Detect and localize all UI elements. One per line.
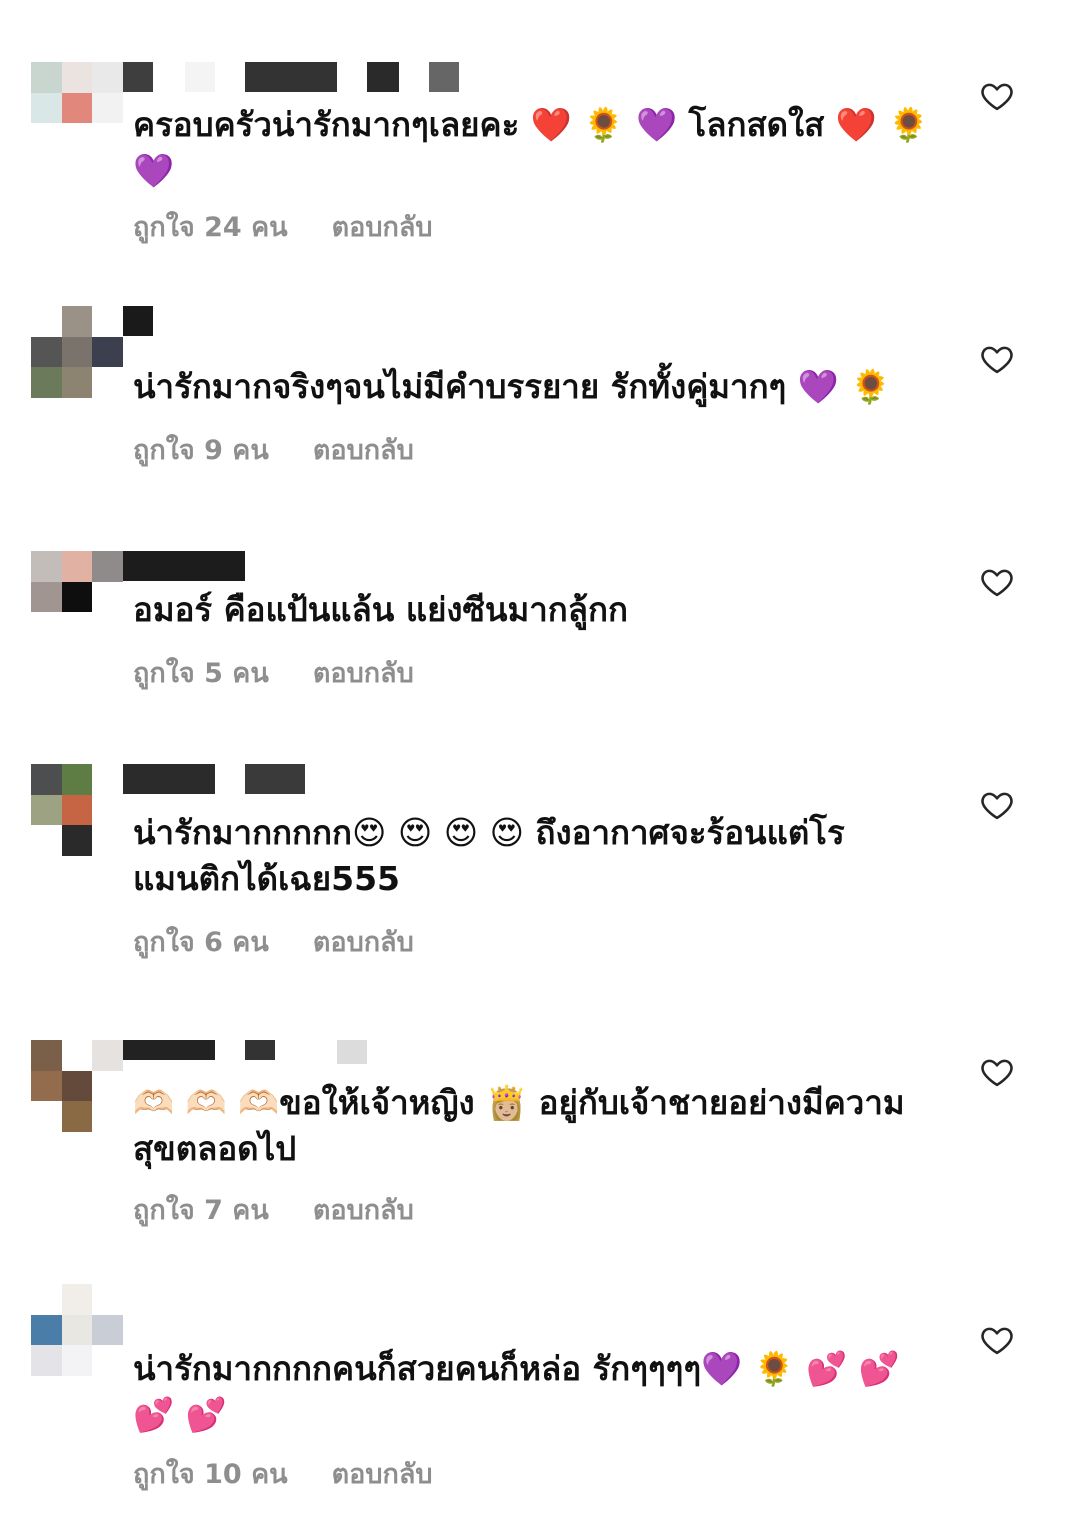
likes-count[interactable]: ถูกใจ 5 คน: [133, 651, 269, 694]
avatar-pixel: [61, 306, 93, 337]
avatar-pixel: [31, 581, 62, 613]
reply-button[interactable]: ตอบกลับ: [332, 1452, 433, 1495]
avatar-pixel: [92, 1284, 123, 1315]
reply-button[interactable]: ตอบกลับ: [313, 428, 414, 471]
reply-button[interactable]: ตอบกลับ: [313, 1188, 414, 1231]
avatar-pixel: [31, 1070, 62, 1102]
avatar-pixel: [61, 551, 93, 582]
avatar-pixel: [92, 794, 123, 826]
avatar-pixel: [31, 1314, 62, 1346]
avatar-pixel: [92, 764, 123, 795]
avatar-pixel: [61, 1314, 93, 1346]
avatar[interactable]: [31, 764, 123, 856]
comment-meta: ถูกใจ 7 คน ตอบกลับ: [133, 1188, 414, 1231]
avatar-pixel: [61, 123, 93, 154]
avatar-pixel: [31, 764, 62, 795]
avatar[interactable]: [31, 62, 123, 154]
likes-count[interactable]: ถูกใจ 9 คน: [133, 428, 269, 471]
avatar-pixel: [92, 1101, 123, 1132]
reply-button[interactable]: ตอบกลับ: [313, 920, 414, 963]
avatar-pixel: [92, 1070, 123, 1102]
avatar-pixel: [31, 551, 62, 582]
avatar-pixel: [92, 306, 123, 337]
comment-meta: ถูกใจ 10 คน ตอบกลับ: [133, 1452, 433, 1495]
avatar-pixel: [92, 123, 123, 154]
avatar-pixel: [61, 367, 93, 398]
avatar-pixel: [92, 1040, 123, 1071]
avatar-pixel: [92, 1345, 123, 1376]
username-redacted: [123, 764, 313, 794]
avatar-pixel: [31, 92, 62, 124]
avatar-pixel: [61, 92, 93, 124]
comment-meta: ถูกใจ 6 คน ตอบกลับ: [133, 920, 414, 963]
avatar-pixel: [92, 1314, 123, 1346]
comment-text: น่ารักมากจริงๆจนไม่มีคำบรรยาย รักทั้งคู่…: [133, 367, 892, 406]
comment-text: 🫶🏻 🫶🏻 🫶🏻ขอให้เจ้าหญิง 👸🏼 อยู่กับเจ้าชายอ…: [133, 1083, 905, 1168]
avatar-pixel: [31, 1040, 62, 1071]
avatar-pixel: [31, 62, 62, 93]
avatar-pixel: [61, 336, 93, 368]
avatar-pixel: [31, 306, 62, 337]
avatar-pixel: [31, 1101, 62, 1132]
avatar-pixel: [31, 336, 62, 368]
avatar-pixel: [61, 1040, 93, 1071]
avatar-pixel: [31, 1345, 62, 1376]
avatar-pixel: [31, 825, 62, 856]
avatar-pixel: [61, 825, 93, 856]
username-redacted: [123, 62, 463, 92]
avatar-pixel: [31, 367, 62, 398]
avatar-pixel: [61, 764, 93, 795]
avatar-pixel: [61, 794, 93, 826]
likes-count[interactable]: ถูกใจ 24 คน: [133, 205, 288, 248]
avatar-pixel: [92, 92, 123, 124]
avatar-pixel: [61, 1101, 93, 1132]
avatar-pixel: [31, 612, 62, 643]
like-heart-icon[interactable]: [979, 1322, 1015, 1358]
like-heart-icon[interactable]: [979, 1054, 1015, 1090]
avatar-pixel: [92, 551, 123, 582]
avatar[interactable]: [31, 551, 123, 643]
reply-button[interactable]: ตอบกลับ: [332, 205, 433, 248]
likes-count[interactable]: ถูกใจ 7 คน: [133, 1188, 269, 1231]
likes-count[interactable]: ถูกใจ 6 คน: [133, 920, 269, 963]
username-redacted: [123, 306, 163, 336]
avatar[interactable]: [31, 1040, 123, 1132]
avatar-pixel: [61, 581, 93, 613]
comment-meta: ถูกใจ 24 คน ตอบกลับ: [133, 205, 433, 248]
avatar-pixel: [61, 1284, 93, 1315]
avatar-pixel: [61, 62, 93, 93]
avatar[interactable]: [31, 306, 123, 398]
avatar-pixel: [61, 1345, 93, 1376]
avatar[interactable]: [31, 1284, 123, 1376]
comment-text: อมอร์ คือแป้นแล้น แย่งซีนมากลู้กก: [133, 590, 628, 629]
comment-text: น่ารักมากกกกคนก็สวยคนก็หล่อ รักๆๆๆๆ💜 🌻 💕…: [133, 1349, 900, 1434]
avatar-pixel: [31, 123, 62, 154]
comment-text: ครอบครัวน่ารักมากๆเลยคะ ❤️ 🌻 💜 โลกสดใส ❤…: [133, 105, 930, 190]
avatar-pixel: [92, 612, 123, 643]
avatar-pixel: [92, 62, 123, 93]
username-redacted: [123, 1040, 373, 1070]
avatar-pixel: [61, 1070, 93, 1102]
avatar-pixel: [61, 612, 93, 643]
like-heart-icon[interactable]: [979, 78, 1015, 114]
like-heart-icon[interactable]: [979, 341, 1015, 377]
avatar-pixel: [92, 336, 123, 368]
comment-meta: ถูกใจ 5 คน ตอบกลับ: [133, 651, 414, 694]
like-heart-icon[interactable]: [979, 787, 1015, 823]
like-heart-icon[interactable]: [979, 564, 1015, 600]
avatar-pixel: [31, 1284, 62, 1315]
comment-text: น่ารักมากกกกก😍 😍 😍 😍 ถึงอากาศจะร้อนแต่โร…: [133, 813, 845, 898]
likes-count[interactable]: ถูกใจ 10 คน: [133, 1452, 288, 1495]
avatar-pixel: [92, 367, 123, 398]
avatar-pixel: [31, 794, 62, 826]
avatar-pixel: [92, 581, 123, 613]
username-redacted: [123, 551, 248, 581]
reply-button[interactable]: ตอบกลับ: [313, 651, 414, 694]
comment-meta: ถูกใจ 9 คน ตอบกลับ: [133, 428, 414, 471]
avatar-pixel: [92, 825, 123, 856]
